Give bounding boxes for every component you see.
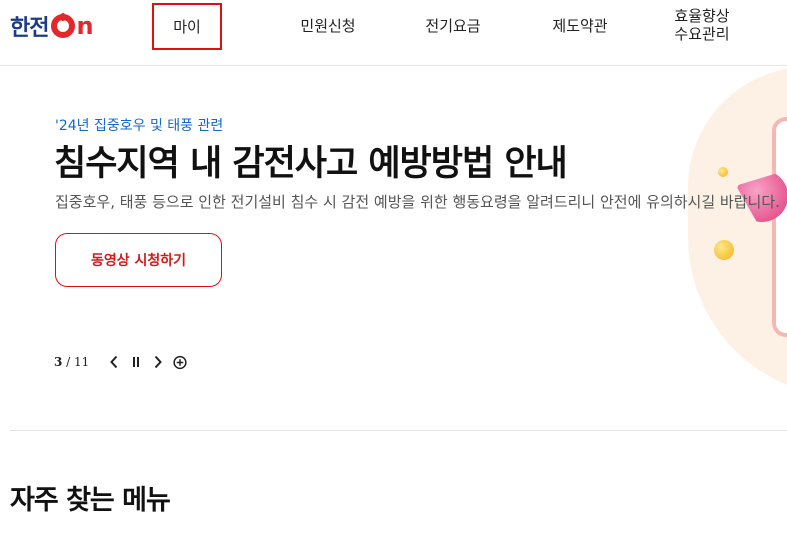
slider-controls: 3 / 11 [54,352,195,372]
nav-my[interactable]: 마이 [152,3,222,50]
logo-on-letter: n [76,12,94,40]
logo-on-mark: n [51,12,94,40]
pager-total: 11 [74,355,90,369]
hero-title: 침수지역 내 감전사고 예방방법 안내 [54,144,568,184]
chevron-right-icon[interactable] [151,354,165,370]
watch-video-button[interactable]: 동영상 시청하기 [55,233,222,287]
watch-video-label: 동영상 시청하기 [90,253,187,269]
nav-my-label: 마이 [173,18,201,36]
logo-text: 한전 [10,16,49,41]
nav-electric-bill[interactable]: 전기요금 [418,0,488,50]
nav-civil-request[interactable]: 민원신청 [290,0,366,50]
slide-pager: 3 / 11 [54,355,89,369]
nav-terms[interactable]: 제도약관 [543,0,617,50]
nav-bill-label: 전기요금 [425,16,481,35]
frequent-menu-title: 자주 찾는 메뉴 [10,485,171,516]
decor-ball-icon [714,240,734,260]
nav-terms-label: 제도약관 [552,16,608,35]
plus-circle-icon[interactable] [173,354,187,370]
logo[interactable]: 한전 n [10,12,110,41]
hero-tag: '24년 집중호우 및 태풍 관련 [55,118,224,134]
power-o-icon [51,13,76,38]
section-divider [10,430,787,431]
nav-eff-label-1: 효율향상 [674,7,730,25]
hero-illustration-frame [772,117,787,337]
nav-civil-label: 민원신청 [300,16,356,35]
pager-separator: / [62,355,75,369]
hero-banner: '24년 집중호우 및 태풍 관련 침수지역 내 감전사고 예방방법 안내 집중… [0,67,787,407]
nav-efficiency[interactable]: 효율향상 수요관리 [665,0,739,50]
site-header: 한전 n 마이 민원신청 전기요금 제도약관 효율향상 수요관리 [0,0,787,66]
hero-description: 집중호우, 태풍 등으로 인한 전기설비 침수 시 감전 예방을 위한 행동요령… [55,193,780,211]
nav-eff-label-2: 수요관리 [674,25,730,43]
decor-ball-icon [718,167,728,177]
chevron-left-icon[interactable] [107,354,121,370]
pause-icon[interactable] [129,354,143,370]
